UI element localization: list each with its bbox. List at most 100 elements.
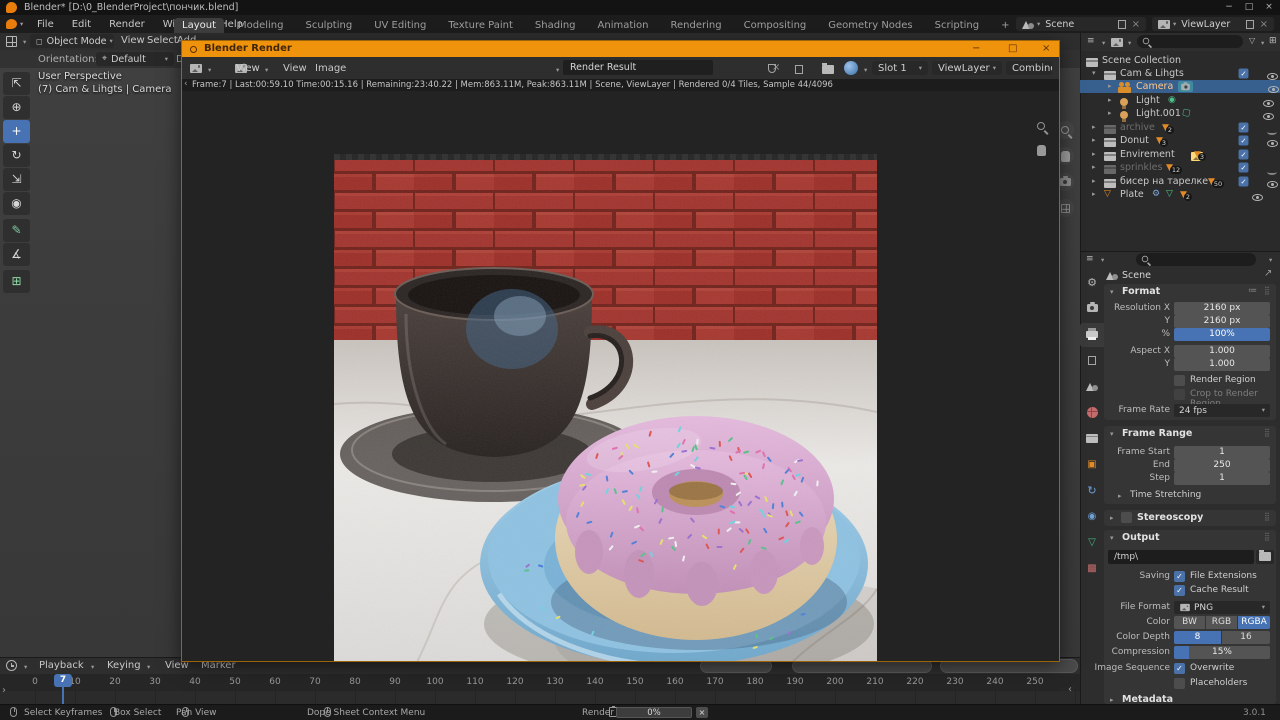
collection-checkbox[interactable]: ✓ [1239,150,1249,160]
timeline-expand-icon[interactable]: › [2,685,6,696]
scene-selector[interactable]: ▾ Scene × [1016,17,1146,31]
tool-add-cube[interactable]: ⊞ [3,270,30,293]
outliner-search-input[interactable] [1137,35,1243,48]
outliner-row-camera[interactable]: ▸ Camera [1080,80,1280,93]
depth-8-button[interactable]: 8 [1174,631,1221,644]
tool-transform[interactable]: ◉ [3,192,30,215]
aspect-y-field[interactable]: 1.000 [1174,358,1270,371]
image-menu-image[interactable]: Image [306,63,355,74]
preset-list-icon[interactable]: ≔ [1248,286,1257,296]
tab-add-workspace[interactable]: + [993,18,1017,33]
aspect-x-field[interactable]: 1.000 [1174,345,1270,358]
color-rgb-button[interactable]: RGB [1206,616,1237,629]
frame-end-field[interactable]: 250 [1174,459,1270,472]
pass-selector[interactable]: Combined [1006,61,1052,75]
tab-modeling[interactable]: Modeling [230,18,292,33]
editor-mode-value[interactable]: View [236,63,260,74]
filter-funnel-icon[interactable]: ▽ [1249,36,1255,45]
tool-annotate[interactable]: ✎ [3,219,30,242]
timeline-editor-type-icon[interactable] [6,660,17,671]
menu-render[interactable]: Render [100,19,154,30]
hide-eye-icon[interactable] [1267,140,1278,147]
expand-icon[interactable]: ▾ [1110,286,1114,299]
tool-scale[interactable]: ⇲ [3,168,30,191]
tool-rotate[interactable]: ↻ [3,144,30,167]
outliner-row-donut[interactable]: ▸ Donut ▼3 ✓ [1080,134,1280,147]
layer-selector[interactable]: ViewLayer▾ [932,61,1002,75]
os-close-button[interactable]: × [1262,2,1276,12]
timeline-menu-playback[interactable]: Playback [30,660,93,671]
remove-viewlayer-icon[interactable]: × [1260,19,1268,30]
render-window[interactable]: Blender Render − □ × ▾ View ▾ View Image… [181,40,1060,662]
expand-icon[interactable]: ▸ [1108,107,1112,120]
orientation-selector[interactable]: ⌖ Default ▾ [96,52,174,66]
editor-type-icon[interactable] [6,36,17,47]
properties-search-input[interactable] [1136,253,1256,266]
unlink-scene-icon[interactable]: × [1132,19,1140,30]
resolution-pct-slider[interactable]: 100% [1174,328,1270,341]
tool-select-box[interactable]: ⇱ [3,72,30,95]
outliner-row-archive[interactable]: ▸ archive ▼2 ✓ [1080,121,1280,134]
depth-16-button[interactable]: 16 [1222,631,1270,644]
expand-icon[interactable]: ▸ [1092,161,1096,174]
file-format-dropdown[interactable]: PNG▾ [1174,601,1270,614]
stereoscopy-checkbox[interactable] [1121,512,1132,523]
properties-editor-type-icon[interactable]: ≡ [1086,254,1094,264]
hidden-eye-icon[interactable] [1267,169,1277,175]
outliner-row-light-001[interactable]: ▸ Light.001 ▢ [1080,107,1280,120]
expand-icon[interactable]: ▸ [1092,121,1096,134]
outliner-row-envirement[interactable]: ▸ Envirement ▼3 ✓ [1080,148,1280,161]
frame-start-field[interactable]: 1 [1174,446,1270,459]
timeline-collapse-icon[interactable]: ‹ [1068,684,1072,695]
tab-sculpting[interactable]: Sculpting [298,18,361,33]
compression-slider[interactable]: 15% [1174,646,1270,659]
expand-icon[interactable]: ▾ [1110,428,1114,441]
properties-tab-tool[interactable]: ⚙ [1080,271,1104,295]
expand-icon[interactable]: ▸ [1110,512,1114,525]
file-extensions-checkbox[interactable]: ✓ [1174,571,1185,582]
placeholders-checkbox[interactable] [1174,678,1185,689]
slot-selector[interactable]: Slot 1▾ [872,61,928,75]
cancel-render-button[interactable]: × [696,707,708,718]
tab-shading[interactable]: Shading [527,18,584,33]
expand-icon[interactable]: ▾ [1110,532,1114,545]
collection-checkbox[interactable]: ✓ [1239,136,1249,146]
tool-cursor[interactable]: ⊕ [3,96,30,119]
properties-tab-object-data[interactable]: ▽ [1080,531,1104,555]
color-bw-button[interactable]: BW [1174,616,1205,629]
expand-icon[interactable]: ▸ [1108,94,1112,107]
outliner-row-biser[interactable]: ▸ бисер на тарелке ▼50 ✓ [1080,175,1280,188]
stats-collapse-icon[interactable]: ‹ [184,79,188,89]
frame-rate-dropdown[interactable]: 24 fps▾ [1174,404,1270,417]
collection-checkbox[interactable]: ✓ [1239,69,1249,79]
crop-region-checkbox[interactable] [1174,389,1185,400]
tab-compositing[interactable]: Compositing [736,18,815,33]
resolution-y-field[interactable]: 2160 px [1174,315,1270,328]
render-canvas-area[interactable] [182,91,1059,661]
new-image-icon[interactable] [795,65,803,74]
open-image-folder-icon[interactable] [822,65,834,74]
timeline-tracks[interactable] [0,691,1080,705]
hide-eye-icon[interactable] [1263,100,1274,107]
time-stretching-subpanel[interactable]: Time Stretching [1130,490,1201,500]
mode-selector[interactable]: ◻ Object Mode ▾ [30,34,114,48]
outliner-display-mode-icon[interactable]: ≡ [1087,36,1095,46]
color-rgba-button[interactable]: RGBA [1238,616,1270,629]
tab-texture-paint[interactable]: Texture Paint [440,18,521,33]
render-close-button[interactable]: × [1042,43,1050,54]
expand-icon[interactable]: ▸ [1092,175,1096,188]
hide-eye-icon[interactable] [1268,86,1279,93]
properties-tab-scene[interactable] [1080,375,1104,399]
resolution-x-field[interactable]: 2160 px [1174,302,1270,315]
tab-rendering[interactable]: Rendering [663,18,730,33]
render-window-titlebar[interactable]: Blender Render − □ × [182,41,1059,57]
output-path-browse-button[interactable] [1256,550,1274,564]
cache-result-checkbox[interactable]: ✓ [1174,585,1185,596]
expand-icon[interactable]: ▸ [1108,80,1112,93]
render-region-checkbox[interactable] [1174,375,1185,386]
output-path-field[interactable]: /tmp\ [1108,550,1254,564]
frame-step-field[interactable]: 1 [1174,472,1270,485]
collection-checkbox[interactable]: ✓ [1239,177,1249,187]
tool-measure[interactable]: ∡ [3,243,30,266]
canvas-pan-icon[interactable] [1032,141,1050,159]
